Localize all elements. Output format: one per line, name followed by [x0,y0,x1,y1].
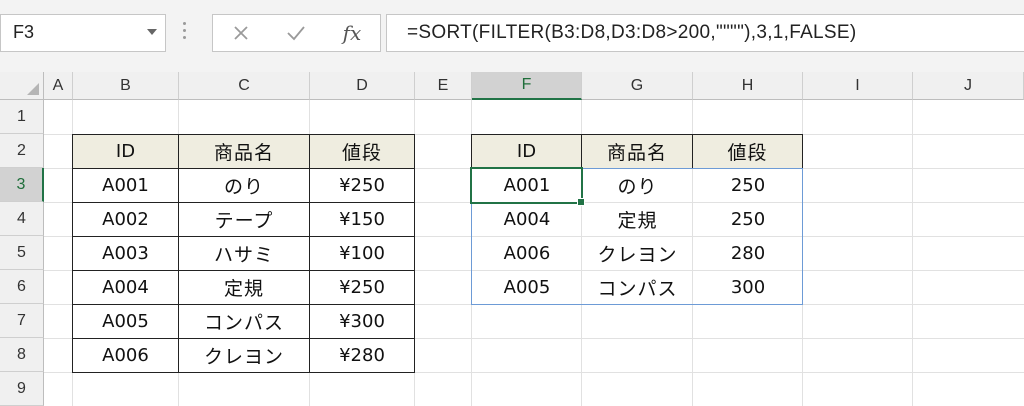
source-cell[interactable]: ¥250 [309,168,415,203]
source-cell[interactable]: ¥250 [309,270,415,305]
source-cell[interactable]: ¥280 [309,338,415,373]
result-cell[interactable]: 300 [693,270,803,304]
column-header-h[interactable]: H [693,72,803,100]
source-header-id[interactable]: ID [72,134,179,169]
column-header-e[interactable]: E [415,72,472,100]
worksheet-grid[interactable]: A B C D E F G H I J 1 2 3 4 5 6 7 8 9 ID… [0,0,1024,406]
result-cell[interactable]: 250 [693,202,803,236]
column-header-g[interactable]: G [582,72,693,100]
select-all-button[interactable] [0,72,44,100]
result-header-name[interactable]: 商品名 [581,134,693,169]
source-cell[interactable]: A006 [72,338,179,373]
column-header-c[interactable]: C [179,72,310,100]
source-cell[interactable]: A005 [72,304,179,339]
fill-handle[interactable] [577,198,585,206]
source-cell[interactable]: のり [178,168,310,203]
row-header-4[interactable]: 4 [0,202,44,236]
source-cell[interactable]: A001 [72,168,179,203]
row-header-1[interactable]: 1 [0,100,44,134]
result-cell[interactable]: A004 [472,202,582,236]
result-cell[interactable]: A006 [472,236,582,270]
result-cell[interactable]: 250 [693,168,803,202]
result-cell[interactable]: 定規 [582,202,693,236]
column-header-a[interactable]: A [44,72,73,100]
active-cell-selection [470,167,583,204]
result-cell[interactable]: のり [582,168,693,202]
result-header-id[interactable]: ID [471,134,582,169]
row-header-8[interactable]: 8 [0,338,44,372]
column-header-b[interactable]: B [73,72,179,100]
source-cell[interactable]: コンパス [178,304,310,339]
result-cell[interactable]: 280 [693,236,803,270]
row-header-3[interactable]: 3 [0,168,44,202]
source-cell[interactable]: A002 [72,202,179,237]
row-header-2[interactable]: 2 [0,134,44,168]
row-header-6[interactable]: 6 [0,270,44,304]
source-cell[interactable]: テープ [178,202,310,237]
result-cell[interactable]: A005 [472,270,582,304]
result-cell[interactable]: コンパス [582,270,693,304]
source-cell[interactable]: A004 [72,270,179,305]
column-header-j[interactable]: J [913,72,1024,100]
result-header-price[interactable]: 値段 [692,134,803,169]
source-header-price[interactable]: 値段 [309,134,415,169]
row-header-9[interactable]: 9 [0,372,44,406]
source-cell[interactable]: クレヨン [178,338,310,373]
source-cell[interactable]: ¥100 [309,236,415,271]
column-header-d[interactable]: D [310,72,415,100]
row-header-5[interactable]: 5 [0,236,44,270]
source-cell[interactable]: 定規 [178,270,310,305]
row-header-7[interactable]: 7 [0,304,44,338]
source-header-name[interactable]: 商品名 [178,134,310,169]
column-header-i[interactable]: I [803,72,913,100]
source-cell[interactable]: ¥150 [309,202,415,237]
source-cell[interactable]: A003 [72,236,179,271]
column-header-f[interactable]: F [472,72,582,100]
source-cell[interactable]: ¥300 [309,304,415,339]
source-cell[interactable]: ハサミ [178,236,310,271]
result-cell[interactable]: クレヨン [582,236,693,270]
